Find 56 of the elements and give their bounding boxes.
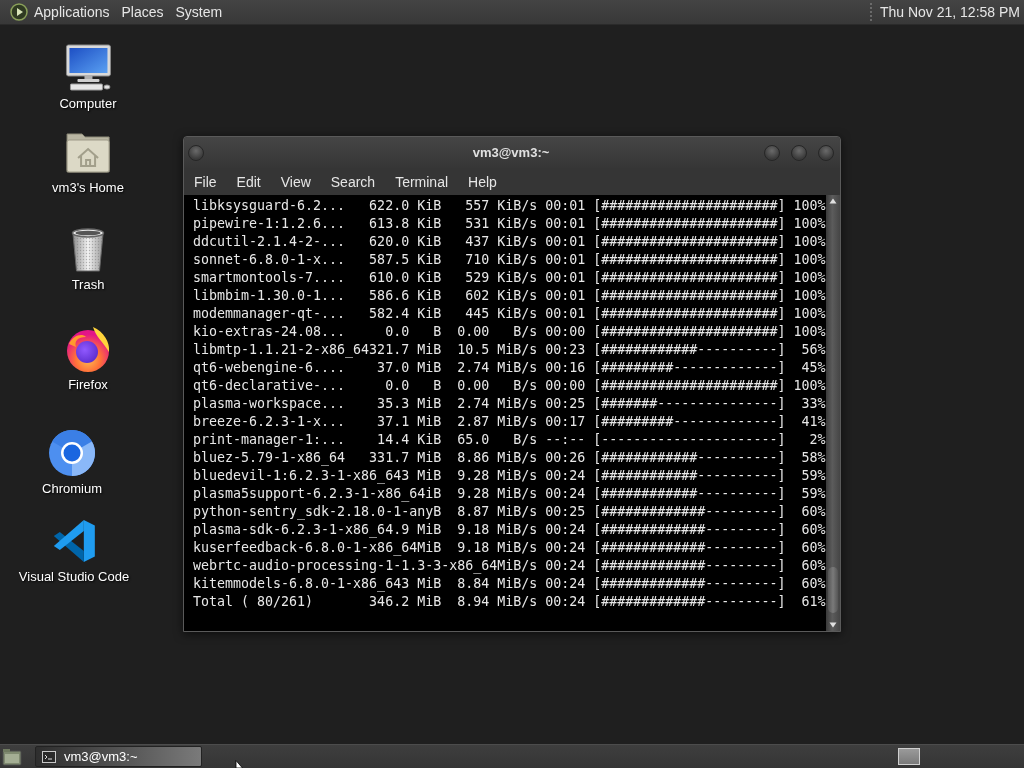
- terminal-line: smartmontools-7.... 610.0 KiB 529 KiB/s 00:01 [######################] 100%: [193, 269, 826, 287]
- terminal-line: print-manager-1:... 14.4 KiB 65.0 B/s --:-- [----------------------] 2%: [193, 431, 826, 449]
- terminal-line: libmbim-1.30.0-1... 586.6 KiB 602 KiB/s 00:01 [######################] 100%: [193, 287, 826, 305]
- desktop-shortcut[interactable]: Chromium: [42, 429, 102, 497]
- close-button[interactable]: [818, 144, 834, 161]
- terminal-line: qt6-webengine-6.... 37.0 MiB 2.74 MiB/s 00:16 [#########-------------] 45%: [193, 359, 826, 377]
- terminal-line: bluez-5.79-1-x86_64 331.7 MiB 8.86 MiB/s 00:26 [############----------] 58%: [193, 449, 826, 467]
- window-title: vm3@vm3:~: [472, 145, 550, 160]
- drag-handle-icon[interactable]: [868, 2, 873, 22]
- menu-item[interactable]: Search: [320, 170, 386, 193]
- desktop-shortcut[interactable]: Trash: [64, 225, 112, 293]
- terminal-line: python-sentry_sdk-2.18.0-1-anyB 8.87 MiB/s 00:25 [#############---------] 60%: [193, 503, 826, 521]
- menu-logo-icon[interactable]: [10, 3, 28, 21]
- terminal-line: qt6-declarative-... 0.0 B 0.00 B/s 00:00 [######################] 100%: [193, 377, 826, 395]
- terminal-line: plasma5support-6.2.3-1-x86_64iB 9.28 MiB/s 00:24 [############----------] 59%: [193, 485, 826, 503]
- terminal-line: kitemmodels-6.8.0-1-x86_643 MiB 8.84 MiB/s 00:24 [#############---------] 60%: [193, 575, 826, 593]
- terminal-line: libksysguard-6.2... 622.0 KiB 557 KiB/s 00:01 [######################] 100%: [193, 197, 826, 215]
- menu-item[interactable]: Help: [458, 170, 507, 193]
- terminal-icon: [42, 750, 56, 763]
- desktop-shortcut[interactable]: Visual Studio Code: [18, 517, 130, 585]
- computer-icon: [64, 44, 112, 92]
- terminal-line: breeze-6.2.3-1-x... 37.1 MiB 2.87 MiB/s 00:17 [#########-------------] 41%: [193, 413, 826, 431]
- terminal-line: bluedevil-1:6.2.3-1-x86_643 MiB 9.28 MiB/s 00:24 [############----------] 59%: [193, 467, 826, 485]
- chromium-icon: [48, 429, 96, 477]
- terminal-line: ddcutil-2.1.4-2-... 620.0 KiB 437 KiB/s 00:01 [######################] 100%: [193, 233, 826, 251]
- menu-item[interactable]: Edit: [226, 170, 271, 193]
- scrollbar[interactable]: [826, 195, 840, 631]
- terminal-line: plasma-workspace... 35.3 MiB 2.74 MiB/s 00:25 [#######---------------] 33%: [193, 395, 826, 413]
- clock[interactable]: Thu Nov 21, 12:58 PM: [879, 4, 1020, 20]
- menu-item[interactable]: File: [184, 170, 227, 193]
- menu-item[interactable]: Terminal: [385, 170, 459, 193]
- taskbar-button[interactable]: vm3@vm3:~: [35, 746, 202, 767]
- workspace-switcher[interactable]: [898, 748, 920, 765]
- terminal-line: webrtc-audio-processing-1-1.3-3-x86_64MiB/s 00:24 [#############---------] 60%: [193, 557, 826, 575]
- desktop-shortcut[interactable]: vm3's Home: [52, 128, 124, 196]
- window-menu-button[interactable]: [188, 144, 204, 161]
- terminal-line: libmtp-1.1.21-2-x86_64321.7 MiB 10.5 MiB/s 00:23 [############----------] 56%: [193, 341, 826, 359]
- terminal-line: plasma-sdk-6.2.3-1-x86_64.9 MiB 9.18 MiB/s 00:24 [#############---------] 60%: [193, 521, 826, 539]
- desktop-shortcut[interactable]: Computer: [59, 44, 117, 112]
- menu-item[interactable]: View: [270, 170, 321, 193]
- terminal-line: sonnet-6.8.0-1-x... 587.5 KiB 710 KiB/s 00:01 [######################] 100%: [193, 251, 826, 269]
- panel-menu[interactable]: System: [169, 2, 229, 22]
- show-desktop-icon[interactable]: [2, 747, 22, 766]
- firefox-icon: [64, 325, 112, 373]
- mouse-pointer-icon: [235, 760, 244, 768]
- minimize-button[interactable]: [764, 144, 780, 161]
- maximize-button[interactable]: [791, 144, 807, 161]
- terminal-line: kuserfeedback-6.8.0-1-x86_64MiB 9.18 MiB/s 00:24 [#############---------] 60%: [193, 539, 826, 557]
- scrollbar-thumb[interactable]: [828, 567, 838, 613]
- panel-menu[interactable]: Applications: [28, 2, 116, 22]
- terminal-line: modemmanager-qt-... 582.4 KiB 445 KiB/s 00:01 [######################] 100%: [193, 305, 826, 323]
- desktop-shortcut[interactable]: Firefox: [64, 325, 112, 393]
- terminal-line: kio-extras-24.08... 0.0 B 0.00 B/s 00:00 [######################] 100%: [193, 323, 826, 341]
- terminal-line: pipewire-1:1.2.6... 613.8 KiB 531 KiB/s 00:01 [######################] 100%: [193, 215, 826, 233]
- panel-menu[interactable]: Places: [115, 2, 170, 22]
- terminal-line: Total ( 80/261) 346.2 MiB 8.94 MiB/s 00:24 [#############---------] 61%: [193, 593, 826, 611]
